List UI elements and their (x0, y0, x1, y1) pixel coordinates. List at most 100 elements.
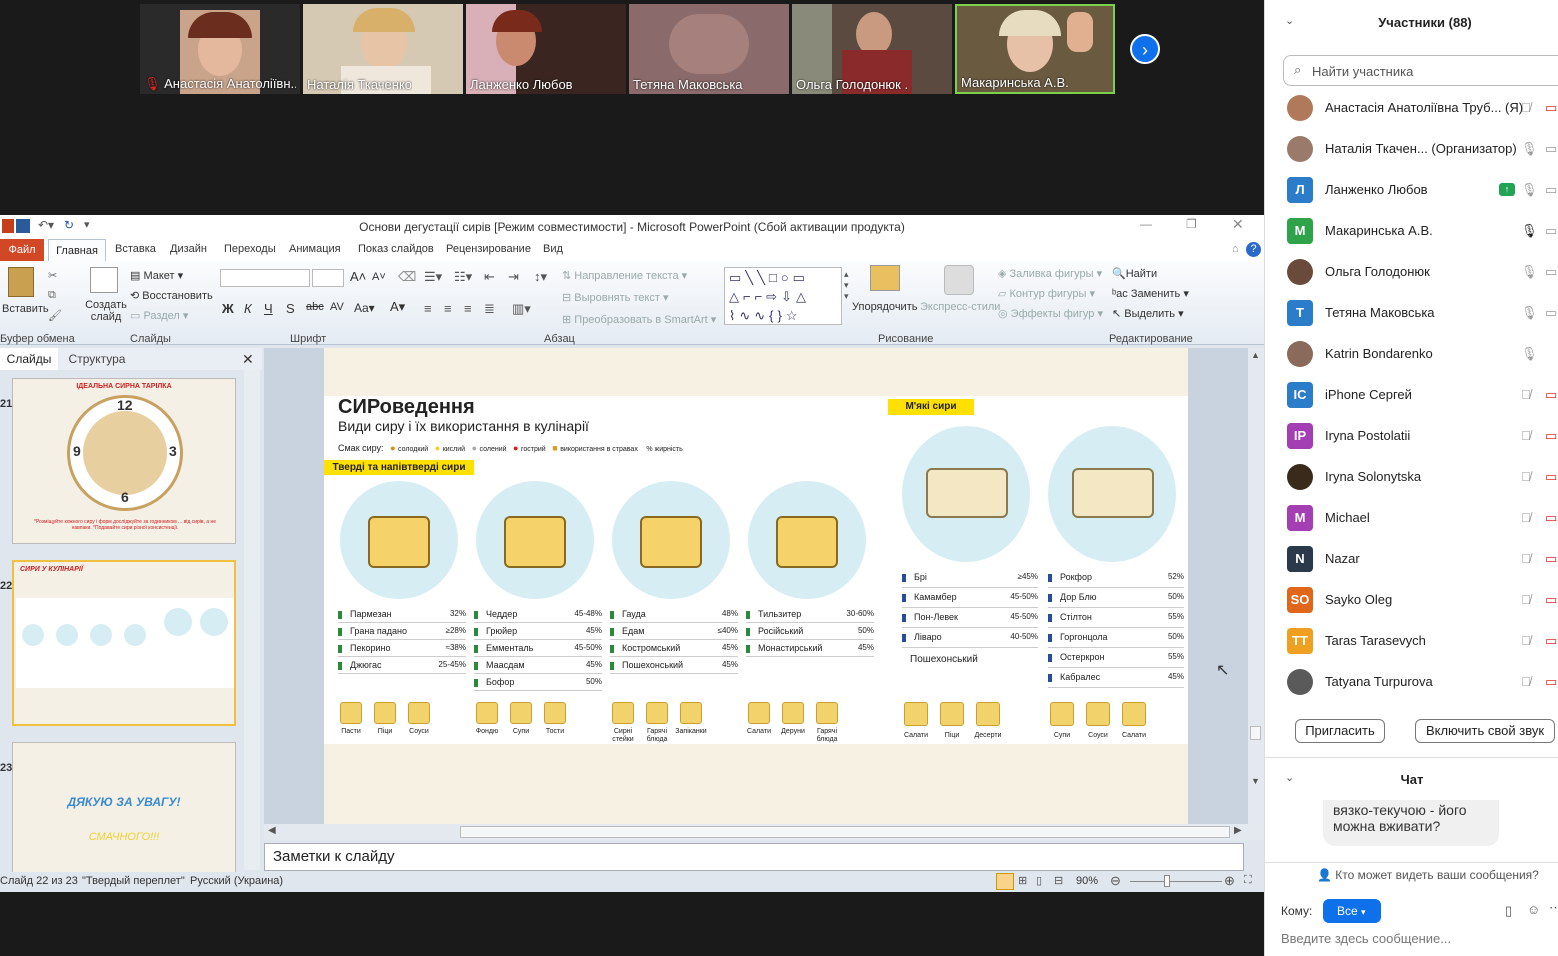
tab-view[interactable]: Вид (543, 243, 563, 255)
tab-home[interactable]: Главная (48, 239, 106, 261)
vertical-scrollbar[interactable]: ▲ ▼ (1248, 348, 1264, 824)
select-button[interactable]: ↖ Выделить ▾ (1112, 307, 1184, 320)
align-center-icon[interactable]: ≡ (444, 301, 452, 316)
camera-icon[interactable]: ▭ (1545, 141, 1557, 157)
paste-icon[interactable] (8, 267, 34, 297)
camera-icon[interactable]: ▭ (1545, 305, 1557, 321)
chat-input[interactable]: Введите здесь сообщение... (1281, 931, 1451, 946)
thumbs-scrollbar[interactable] (244, 370, 260, 870)
zoom-out-icon[interactable]: ⊖ (1110, 873, 1121, 889)
font-color-icon[interactable]: A▾ (390, 299, 405, 315)
fit-slide-icon[interactable]: ⛶ (1244, 874, 1252, 887)
camera-icon[interactable]: ▭ (1545, 182, 1557, 198)
scroll-up-icon[interactable]: ▲ (1251, 350, 1260, 360)
numbering-icon[interactable]: ☷▾ (454, 269, 472, 285)
tab-review[interactable]: Рецензирование (446, 243, 531, 255)
mic-icon[interactable]: 🎙̸ (1521, 510, 1531, 525)
sorter-view-icon[interactable]: ⊞ (1018, 874, 1027, 887)
scroll-down-icon[interactable]: ▼ (1251, 776, 1260, 786)
mic-icon[interactable]: 🎙 (1521, 141, 1538, 157)
participant-row[interactable]: М Макаринська А.В. 🎙 ▭ (1265, 212, 1558, 253)
arrange-button[interactable]: Упорядочить (852, 301, 917, 313)
copy-icon[interactable]: ⧉ (48, 289, 56, 302)
zoom-slider-handle[interactable] (1164, 875, 1170, 887)
camera-icon[interactable]: ▭ (1545, 469, 1557, 485)
status-language[interactable]: Русский (Украина) (190, 875, 283, 887)
scroll-thumb[interactable] (1250, 726, 1261, 740)
camera-icon[interactable]: ▭ (1545, 264, 1557, 280)
mic-icon[interactable]: 🎙̸ (1521, 428, 1531, 443)
section-button[interactable]: ▭ Раздел ▾ (130, 309, 188, 322)
chevron-right-icon[interactable]: › (1130, 34, 1160, 64)
change-case-icon[interactable]: Aa▾ (354, 301, 375, 315)
underline-icon[interactable]: Ч (264, 301, 273, 316)
participant-row[interactable]: Анастасія Анатоліївна Труб... (Я) 🎙̸ ▭ (1265, 89, 1558, 130)
mic-icon[interactable]: 🎙 (1521, 182, 1538, 198)
font-size-select[interactable] (312, 269, 344, 287)
zoom-in-icon[interactable]: ⊕ (1224, 873, 1235, 889)
camera-icon[interactable]: ▭ (1545, 592, 1557, 608)
tab-animation[interactable]: Анимация (289, 243, 341, 255)
shape-fill-button[interactable]: ◈ Заливка фигуры ▾ (998, 267, 1102, 280)
quick-styles-button[interactable]: Экспресс-стили (920, 301, 1000, 313)
align-left-icon[interactable]: ≡ (424, 301, 432, 316)
find-button[interactable]: 🔍Найти (1112, 267, 1157, 280)
tab-slides[interactable]: Слайды (0, 348, 58, 370)
grow-font-icon[interactable]: A˄ (350, 269, 366, 284)
shape-outline-button[interactable]: ▱ Контур фигуры ▾ (998, 287, 1095, 300)
shapes-gallery[interactable]: ▭╲╲□○▭ △⌐⌐⇨⇩△ ⌇∿∿{}☆ (724, 267, 842, 325)
arrange-icon[interactable] (870, 265, 900, 291)
scroll-left-icon[interactable]: ◀ (268, 825, 276, 836)
tab-design[interactable]: Дизайн (170, 243, 207, 255)
clear-format-icon[interactable]: ⌫ (398, 269, 416, 285)
strikethrough-icon[interactable]: abc (306, 301, 324, 313)
tab-file[interactable]: Файл (0, 239, 44, 261)
paste-button[interactable]: Вставить (2, 303, 49, 315)
reset-button[interactable]: ⟲ Восстановить (130, 289, 213, 302)
search-participant-input[interactable]: ⌕ Найти участника (1283, 55, 1558, 86)
camera-icon[interactable]: ▭ (1545, 674, 1557, 690)
decrease-indent-icon[interactable]: ⇤ (484, 269, 495, 285)
emoji-icon[interactable]: ☺ (1527, 902, 1540, 917)
normal-view-icon[interactable] (996, 873, 1014, 890)
reading-view-icon[interactable]: ▯ (1036, 874, 1042, 887)
replace-button[interactable]: ᵇac Заменить ▾ (1112, 287, 1189, 300)
slideshow-view-icon[interactable]: ⊟ (1054, 874, 1063, 887)
video-tile[interactable]: 🎙 Анастасія Анатоліївн... (140, 4, 300, 94)
invite-button[interactable]: Пригласить (1295, 719, 1385, 743)
justify-icon[interactable]: ≣ (484, 301, 495, 317)
participant-row[interactable]: Katrin Bondarenko 🎙 (1265, 335, 1558, 376)
unmute-button[interactable]: Включить свой звук (1415, 719, 1555, 743)
video-tile-active-speaker[interactable]: Макаринська А.В. (955, 4, 1115, 94)
cut-icon[interactable]: ✂ (48, 269, 57, 282)
file-icon[interactable]: ▯ (1505, 903, 1512, 919)
camera-icon[interactable]: ▭ (1545, 100, 1557, 116)
zoom-level[interactable]: 90% (1076, 875, 1098, 887)
mic-icon[interactable]: 🎙̸ (1521, 551, 1531, 566)
bold-icon[interactable]: Ж (222, 301, 234, 316)
new-slide-button[interactable]: Создать слайд (84, 299, 128, 323)
line-spacing-icon[interactable]: ↕▾ (534, 269, 547, 285)
tab-insert[interactable]: Вставка (115, 243, 156, 255)
new-slide-icon[interactable] (90, 267, 118, 293)
quick-styles-icon[interactable] (944, 265, 974, 295)
tab-outline[interactable]: Структура (62, 348, 132, 370)
video-tile[interactable]: Ланженко Любов (466, 4, 626, 94)
camera-icon[interactable]: ▭ (1545, 428, 1557, 444)
smartart-button[interactable]: ⊞ Преобразовать в SmartArt ▾ (562, 313, 716, 326)
camera-icon[interactable]: ▭ (1545, 223, 1557, 239)
mic-icon[interactable]: 🎙̸ (1521, 674, 1531, 689)
mic-icon[interactable]: 🎙̸ (1521, 387, 1531, 402)
participant-row[interactable]: IP Iryna Postolatii 🎙̸ ▭ (1265, 417, 1558, 458)
scroll-right-icon[interactable]: ▶ (1234, 825, 1242, 836)
mic-icon[interactable]: 🎙̸ (1521, 469, 1531, 484)
italic-icon[interactable]: К (244, 301, 252, 316)
participant-row[interactable]: Tatyana Turpurova 🎙̸ ▭ (1265, 663, 1558, 704)
mic-icon[interactable]: 🎙̸ (1521, 100, 1531, 115)
mic-icon[interactable]: 🎙̸ (1521, 592, 1531, 607)
camera-icon[interactable]: ▭ (1545, 387, 1557, 403)
mic-icon[interactable]: 🎙 (1521, 264, 1538, 280)
collapse-ribbon-icon[interactable]: ⌂ (1232, 243, 1239, 255)
bullets-icon[interactable]: ☰▾ (424, 269, 442, 285)
camera-icon[interactable]: ▭ (1545, 551, 1557, 567)
